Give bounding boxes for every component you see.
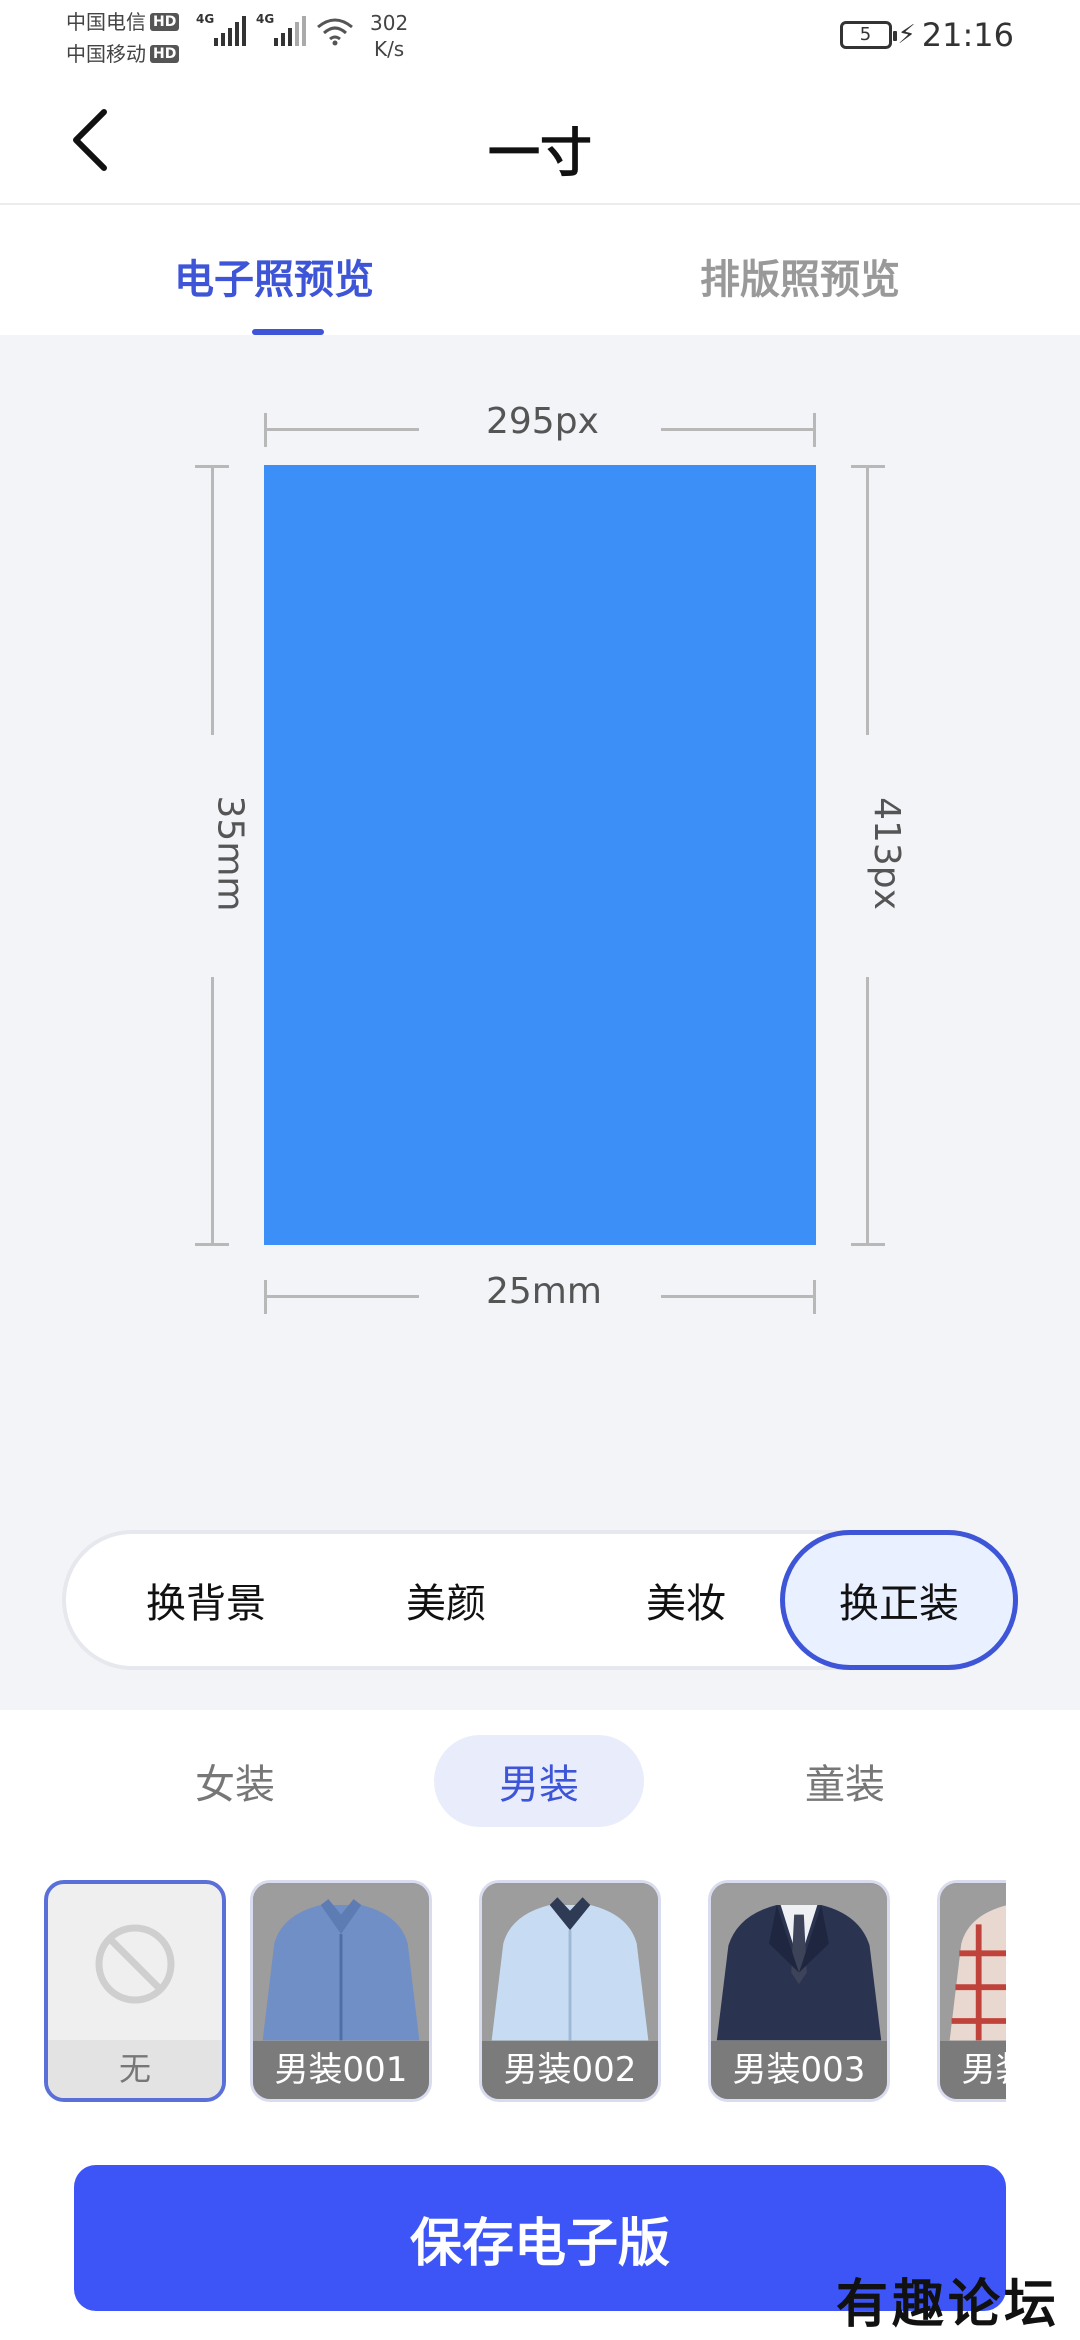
dimension-line bbox=[661, 1295, 816, 1298]
page-title: 一寸 bbox=[487, 124, 592, 184]
dimension-tick bbox=[195, 1243, 229, 1246]
hd-badge: HD bbox=[150, 13, 180, 31]
clothing-item-label: 男装002 bbox=[482, 2041, 658, 2099]
dimension-line bbox=[661, 428, 816, 431]
dimension-tick bbox=[813, 1280, 816, 1314]
dimension-tick bbox=[851, 1243, 885, 1246]
category-men[interactable]: 男装 bbox=[434, 1735, 644, 1827]
dimension-tick bbox=[813, 413, 816, 447]
change-suit-button[interactable]: 换正装 bbox=[780, 1530, 1018, 1670]
id-photo bbox=[264, 465, 816, 1245]
navy-suit-icon bbox=[711, 1883, 887, 2043]
charging-icon: ⚡ bbox=[897, 20, 916, 50]
wifi-icon bbox=[317, 18, 353, 46]
no-entry-icon bbox=[95, 1924, 175, 2004]
clothing-item-001[interactable]: 男装001 bbox=[250, 1880, 432, 2102]
status-bar: 中国电信 HD 中国移动 HD 4G 4G 302 K/s 5 ⚡ 21:16 bbox=[0, 0, 1080, 75]
clothing-item-none[interactable]: 无 bbox=[44, 1880, 226, 2102]
clock: 21:16 bbox=[921, 16, 1014, 54]
carrier-info: 中国电信 HD 中国移动 HD bbox=[66, 6, 180, 70]
clothing-item-label: 男装001 bbox=[253, 2041, 429, 2099]
width-px-label: 295px bbox=[486, 401, 599, 442]
tab-electronic-preview[interactable]: 电子照预览 bbox=[174, 247, 374, 305]
category-women[interactable]: 女装 bbox=[130, 1735, 340, 1827]
plaid-shirt-icon bbox=[940, 1883, 1006, 2043]
dimension-line bbox=[866, 977, 869, 1245]
height-mm-label: 35mm bbox=[209, 795, 251, 912]
clothing-item-label: 男装004 bbox=[940, 2041, 1006, 2099]
clothing-item-label: 男装003 bbox=[711, 2041, 887, 2099]
clothing-item-004[interactable]: 男装004 bbox=[937, 1880, 1006, 2102]
edit-tools-bar: 换背景 美颜 美妆 换正装 bbox=[62, 1530, 1018, 1670]
carrier-2: 中国移动 bbox=[66, 42, 146, 66]
clothing-item-label: 无 bbox=[48, 2040, 222, 2098]
signal-indicators: 4G 4G bbox=[196, 12, 354, 46]
app-header: 一寸 bbox=[0, 75, 1080, 205]
battery-icon: 5 bbox=[839, 21, 897, 49]
makeup-button[interactable]: 美妆 bbox=[586, 1534, 786, 1666]
dimension-line bbox=[866, 465, 869, 735]
dimension-line bbox=[211, 977, 214, 1245]
width-mm-label: 25mm bbox=[486, 1271, 602, 1312]
watermark: 有趣论坛 bbox=[836, 2274, 1061, 2335]
clothing-item-002[interactable]: 男装002 bbox=[479, 1880, 661, 2102]
signal-icon: 4G bbox=[256, 12, 306, 46]
tab-layout-preview[interactable]: 排版照预览 bbox=[700, 247, 900, 305]
photo-preview-area: 295px 35mm 413px 25mm bbox=[0, 335, 1080, 1710]
blue-shirt-icon bbox=[253, 1883, 429, 2043]
signal-icon: 4G bbox=[196, 12, 246, 46]
status-right: 5 ⚡ 21:16 bbox=[839, 16, 1014, 54]
hd-badge: HD bbox=[150, 45, 180, 63]
dimension-line bbox=[211, 465, 214, 735]
clothing-item-003[interactable]: 男装003 bbox=[708, 1880, 890, 2102]
beauty-button[interactable]: 美颜 bbox=[346, 1534, 546, 1666]
height-px-label: 413px bbox=[865, 797, 907, 910]
change-background-button[interactable]: 换背景 bbox=[106, 1534, 306, 1666]
dimension-line bbox=[264, 428, 419, 431]
dimension-line bbox=[264, 1295, 419, 1298]
light-blue-shirt-icon bbox=[482, 1883, 658, 2043]
clothing-list: 无 男装001 男装002 男装003 男 bbox=[44, 1880, 1006, 2110]
network-speed: 302 K/s bbox=[370, 11, 409, 61]
preview-tabs: 电子照预览 排版照预览 bbox=[0, 207, 1080, 335]
carrier-1: 中国电信 bbox=[66, 10, 146, 34]
category-kids[interactable]: 童装 bbox=[740, 1735, 950, 1827]
